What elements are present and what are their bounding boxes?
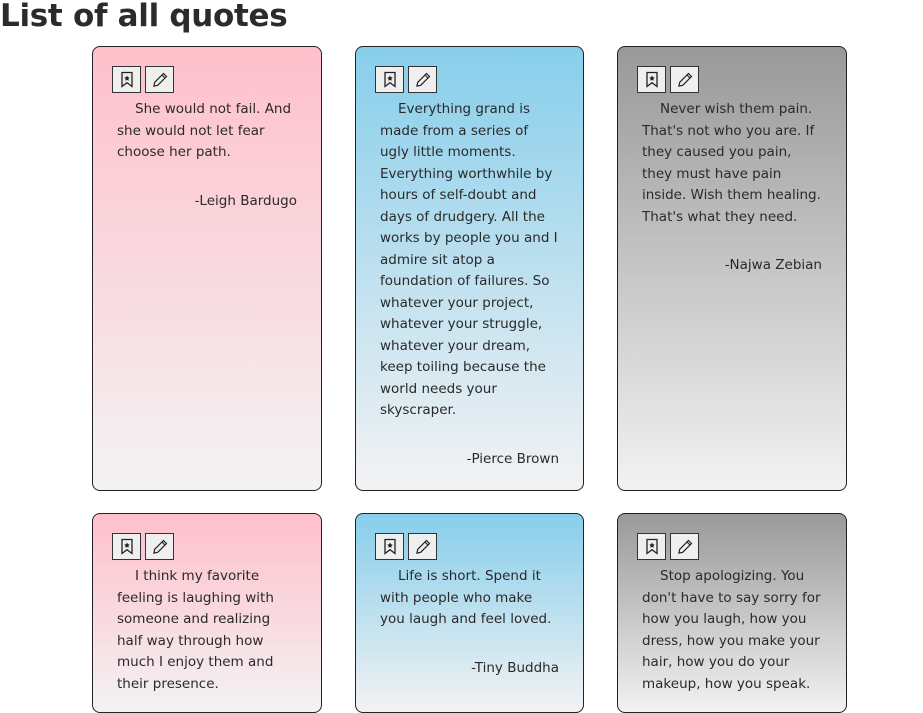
bookmark-button[interactable] — [375, 66, 404, 93]
quotes-grid: She would not fail. And she would not le… — [92, 46, 847, 713]
bookmark-button[interactable] — [637, 533, 666, 560]
quote-author: -Najwa Zebian — [724, 257, 822, 273]
quote-author: -Tiny Buddha — [471, 659, 559, 676]
pencil-icon — [415, 539, 431, 555]
edit-button[interactable] — [408, 533, 437, 560]
bookmark-icon — [645, 538, 659, 555]
edit-button[interactable] — [670, 66, 699, 93]
quote-card: I think my favorite feeling is laughing … — [92, 513, 322, 713]
quote-author: -Pierce Brown — [466, 450, 559, 467]
edit-button[interactable] — [145, 66, 174, 93]
quote-author: -Leigh Bardugo — [194, 192, 297, 209]
page-title: List of all quotes — [0, 0, 288, 34]
card-actions — [112, 533, 297, 560]
pencil-icon — [152, 72, 168, 88]
pencil-icon — [152, 539, 168, 555]
quote-text: Stop apologizing. You don't have to say … — [642, 568, 821, 692]
quote-card: Never wish them pain. That's not who you… — [617, 46, 847, 491]
edit-button[interactable] — [670, 533, 699, 560]
bookmark-button[interactable] — [375, 533, 404, 560]
quote-text: Everything grand is made from a series o… — [380, 101, 558, 418]
card-actions — [375, 66, 559, 93]
bookmark-button[interactable] — [112, 533, 141, 560]
quote-text: I think my favorite feeling is laughing … — [117, 568, 274, 692]
card-actions — [375, 533, 559, 560]
card-actions — [112, 66, 297, 93]
pencil-icon — [677, 539, 693, 555]
edit-button[interactable] — [145, 533, 174, 560]
pencil-icon — [677, 72, 693, 88]
bookmark-icon — [120, 538, 134, 555]
pencil-icon — [415, 72, 431, 88]
edit-button[interactable] — [408, 66, 437, 93]
bookmark-button[interactable] — [112, 66, 141, 93]
bookmark-icon — [120, 71, 134, 88]
card-actions — [637, 66, 822, 93]
bookmark-button[interactable] — [637, 66, 666, 93]
bookmark-icon — [383, 538, 397, 555]
card-actions — [637, 533, 822, 560]
quote-card: Life is short. Spend it with people who … — [355, 513, 584, 713]
quote-card: Stop apologizing. You don't have to say … — [617, 513, 847, 713]
quote-text: Never wish them pain. That's not who you… — [642, 101, 821, 225]
bookmark-icon — [383, 71, 397, 88]
bookmark-icon — [645, 71, 659, 88]
quote-card: Everything grand is made from a series o… — [355, 46, 584, 491]
quote-card: She would not fail. And she would not le… — [92, 46, 322, 491]
quote-text: She would not fail. And she would not le… — [117, 101, 292, 160]
quote-text: Life is short. Spend it with people who … — [380, 568, 552, 627]
